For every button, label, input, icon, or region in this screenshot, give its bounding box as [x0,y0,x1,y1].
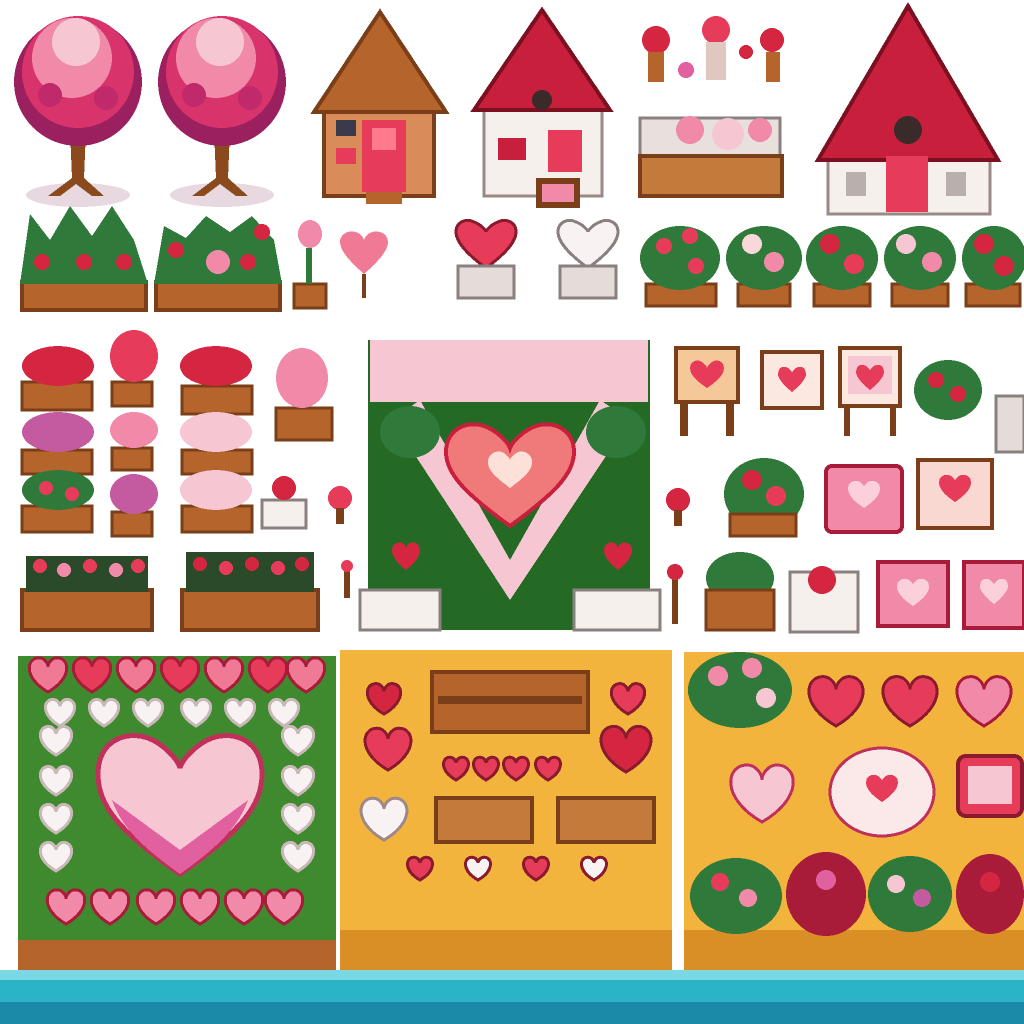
white-house-large [814,2,1002,216]
rose-bush-row [640,226,1024,308]
wooden-cottage [310,8,450,204]
green-planter-1 [20,206,148,312]
long-flowerbed-1 [20,556,154,632]
heart-garden [358,340,662,632]
tulip-pot [292,220,328,310]
long-flowerbed-2 [180,552,320,632]
white-cottage-red-roof [470,6,614,208]
cherry-tree-2 [158,16,286,207]
cherry-tree-1 [14,16,142,207]
heart-pedestal-white [556,218,620,300]
sand-heart-plaza [340,650,672,970]
grass-heart-plaza [18,656,336,976]
sprite-canvas [0,2,1024,1024]
heart-fence-planter [638,116,784,198]
flowerbox-grid [20,330,352,538]
heart-balloon [340,231,388,298]
sprite-sheet [0,0,1024,1024]
green-planter-2 [154,216,282,312]
small-figures [642,16,784,82]
heart-cards-row [704,552,1024,634]
water-edge [0,970,1024,1024]
heart-pedestal-red [454,218,518,300]
heart-sign-tables [674,346,1024,454]
sand-flowerbed-plaza [684,652,1024,970]
heart-tiles-row [724,458,994,538]
